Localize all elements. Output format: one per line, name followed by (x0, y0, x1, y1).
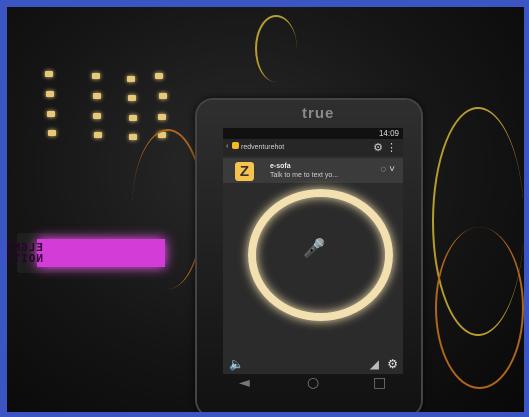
header-name: e-sofa (270, 163, 291, 170)
wire (132, 129, 204, 289)
app-bar-title: redventurehot (241, 144, 285, 151)
chevron-down-icon[interactable]: ˅ (389, 164, 395, 175)
nav-recent[interactable]: □ (373, 375, 386, 391)
keypad-key (129, 115, 137, 121)
microphone-icon[interactable]: 🎤 (303, 239, 325, 259)
keypad-key (48, 130, 56, 136)
header-message: Talk to me to text yo... (270, 172, 339, 179)
nav-back[interactable]: ◄ (239, 375, 250, 391)
keypad-key (155, 73, 163, 79)
settings-icon[interactable]: ⚙ (373, 142, 383, 154)
keypad-key (127, 76, 135, 82)
keypad-key (93, 113, 101, 119)
keypad-key (45, 71, 53, 77)
app-logo-icon (232, 142, 239, 149)
keypad-key (92, 73, 100, 79)
bottom-bar: 🔈 ◢ ⚙ (223, 354, 403, 374)
wire (435, 227, 524, 389)
circle-icon[interactable]: ◌ (380, 164, 386, 175)
photo-frame: ELGMIS NOITCES true 14:09 ‹ redventureho… (0, 0, 529, 417)
keypad-key (128, 95, 136, 101)
nav-home[interactable]: ○ (307, 375, 319, 391)
keypad-key (93, 93, 101, 99)
status-time: 14:09 (378, 129, 399, 138)
speaker-icon[interactable]: 🔈 (229, 357, 244, 371)
phone-brand: true (302, 105, 335, 122)
status-bar: 14:09 (223, 128, 403, 139)
more-icon[interactable]: ⋮ (386, 142, 397, 154)
keypad-key (159, 93, 167, 99)
phone-screen: 14:09 ‹ redventurehot ⚙ ⋮ Z e-sofa Talk … (223, 128, 403, 374)
z-logo-icon: Z (235, 162, 254, 181)
keypad-key (47, 111, 55, 117)
app-bar: ‹ redventurehot ⚙ ⋮ (223, 139, 403, 156)
usb-cable (255, 15, 297, 82)
keypad-key (129, 134, 137, 140)
signal-icon: ◢ (369, 357, 379, 371)
lcd-line-2: NOITCES (4, 252, 43, 265)
phone-nav: ◄ ○ □ (227, 375, 399, 395)
gear-icon[interactable]: ⚙ (387, 357, 398, 371)
header-icons: ◌ ˅ (380, 164, 395, 175)
message-header: Z e-sofa Talk to me to text yo... ◌ ˅ (223, 158, 403, 183)
app-bar-icons: ⚙ ⋮ (373, 141, 397, 154)
back-icon[interactable]: ‹ (226, 143, 228, 150)
keypad-key (158, 114, 166, 120)
keypad-key (46, 91, 54, 97)
keypad-key (94, 132, 102, 138)
